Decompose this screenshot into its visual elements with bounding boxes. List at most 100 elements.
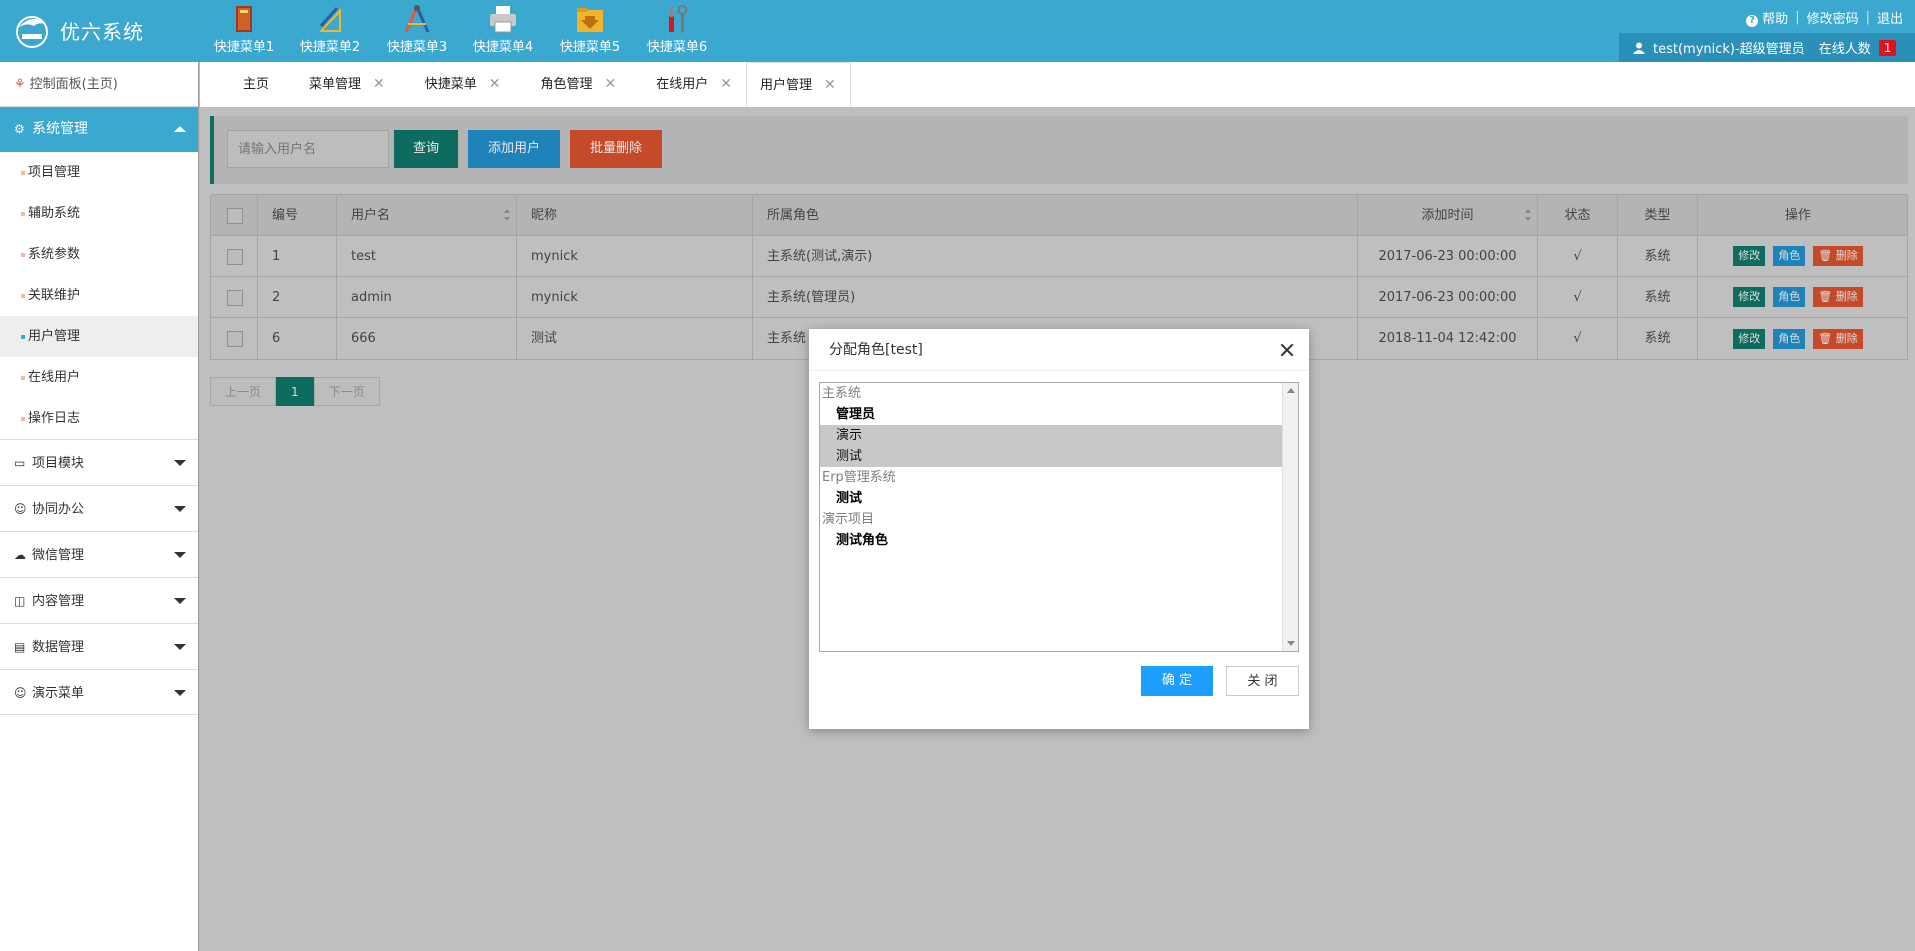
sidebar-item-users[interactable]: 用户管理 bbox=[0, 316, 198, 357]
sidebar-item-logs[interactable]: 操作日志 bbox=[0, 398, 198, 439]
header-cell-sortable[interactable]: 用户名 bbox=[337, 194, 517, 236]
quick-menu-3[interactable]: 快捷菜单3 bbox=[377, 4, 457, 55]
top-links: ? 帮助 | 修改密码 | 退出 bbox=[1746, 8, 1903, 27]
table-cell: 修改 角色 🗑 删除 bbox=[1698, 236, 1898, 277]
divider: | bbox=[1795, 10, 1800, 25]
sort-icon[interactable] bbox=[1525, 208, 1531, 221]
tab-online-users[interactable]: 在线用户 ✕ bbox=[630, 62, 746, 107]
row-checkbox[interactable] bbox=[227, 331, 243, 347]
row-checkbox[interactable] bbox=[227, 248, 243, 265]
tab-role-management[interactable]: 角色管理 ✕ bbox=[515, 62, 631, 107]
quick-menu-4[interactable]: 快捷菜单4 bbox=[463, 4, 543, 55]
close-icon[interactable]: ✕ bbox=[720, 62, 732, 107]
help-link[interactable]: ? 帮助 bbox=[1746, 8, 1788, 27]
role-button[interactable]: 角色 bbox=[1773, 287, 1806, 307]
close-icon[interactable]: ✕ bbox=[824, 63, 836, 108]
header-cell: 操作 bbox=[1784, 207, 1811, 223]
delete-button[interactable]: 🗑 删除 bbox=[1813, 287, 1863, 307]
help-icon: ? bbox=[1746, 15, 1759, 27]
dashboard-icon: ⚘ bbox=[14, 77, 26, 92]
sort-icon[interactable] bbox=[504, 208, 510, 221]
header-cell-sortable[interactable]: 添加时间 bbox=[1358, 194, 1538, 236]
sidebar-item-online-users[interactable]: 在线用户 bbox=[0, 357, 198, 398]
batch-delete-button[interactable]: 批量删除 bbox=[570, 130, 662, 168]
sidebar-item-projects[interactable]: 项目管理 bbox=[0, 152, 198, 193]
quick-menu-5[interactable]: 快捷菜单5 bbox=[550, 4, 630, 55]
tab-menu-management[interactable]: 菜单管理 ✕ bbox=[309, 62, 399, 107]
role-option[interactable]: 测试 bbox=[820, 488, 1282, 509]
bullet-icon bbox=[21, 294, 25, 298]
people-icon: ☺ bbox=[14, 502, 27, 516]
role-option[interactable]: 测试角色 bbox=[820, 530, 1282, 551]
header-cell bbox=[211, 194, 258, 236]
tab-quick-menu[interactable]: 快捷菜单 ✕ bbox=[399, 62, 515, 107]
header-cell: 编号 bbox=[258, 194, 337, 236]
change-password-link[interactable]: 修改密码 bbox=[1807, 8, 1859, 27]
next-page-button[interactable]: 下一页 bbox=[313, 377, 380, 406]
close-icon[interactable] bbox=[1279, 342, 1295, 358]
tab-home[interactable]: 主页 bbox=[203, 62, 309, 107]
tab-user-management[interactable]: 用户管理 ✕ bbox=[746, 62, 851, 107]
search-toolbar: 查询 添加用户 批量删除 bbox=[210, 116, 1908, 184]
scroll-up-icon[interactable] bbox=[1287, 388, 1295, 393]
sidebar-group-system[interactable]: ⚙ 系统管理 bbox=[0, 107, 198, 152]
chevron-down-icon bbox=[174, 644, 186, 650]
row-actions: 修改 角色 🗑 删除 bbox=[1698, 236, 1898, 277]
table-cell: admin bbox=[337, 276, 517, 318]
sidebar-group-data[interactable]: ▤ 数据管理 bbox=[0, 623, 198, 669]
edit-button[interactable]: 修改 bbox=[1733, 287, 1766, 307]
dialog-title: 分配角色[test] bbox=[829, 342, 923, 358]
scroll-down-icon[interactable] bbox=[1287, 641, 1295, 646]
sidebar-item-params[interactable]: 系统参数 bbox=[0, 234, 198, 275]
query-button[interactable]: 查询 bbox=[394, 130, 458, 168]
username-search-input[interactable] bbox=[227, 130, 389, 168]
sidebar: ⚘ 控制面板(主页) ⚙ 系统管理 项目管理 辅助系统 系统参数 关联维护 用户管理… bbox=[0, 62, 199, 951]
role-option-selected[interactable]: 测试 bbox=[820, 446, 1282, 467]
add-user-button[interactable]: 添加用户 bbox=[468, 130, 560, 168]
listbox-scrollbar[interactable] bbox=[1282, 383, 1298, 651]
sidebar-group-wechat[interactable]: ☁ 微信管理 bbox=[0, 531, 198, 577]
close-icon[interactable]: ✕ bbox=[605, 62, 617, 107]
page-number[interactable]: 1 bbox=[276, 377, 314, 406]
online-count-badge[interactable]: 1 bbox=[1878, 39, 1897, 56]
logout-link[interactable]: 退出 bbox=[1877, 8, 1903, 27]
role-option-selected[interactable]: 演示 bbox=[820, 425, 1282, 446]
smile-icon: ☺ bbox=[14, 686, 27, 700]
gear-icon: ⚙ bbox=[14, 122, 25, 136]
select-all-checkbox[interactable] bbox=[227, 207, 243, 224]
prev-page-button[interactable]: 上一页 bbox=[210, 377, 277, 406]
role-option[interactable]: 管理员 bbox=[820, 404, 1282, 425]
sidebar-group-demo[interactable]: ☺ 演示菜单 bbox=[0, 669, 198, 715]
sidebar-item-aux-system[interactable]: 辅助系统 bbox=[0, 193, 198, 234]
delete-button[interactable]: 🗑 删除 bbox=[1813, 246, 1863, 266]
close-icon[interactable]: ✕ bbox=[489, 62, 501, 107]
quick-menu-6[interactable]: 快捷菜单6 bbox=[637, 4, 717, 55]
delete-button[interactable]: 🗑 删除 bbox=[1813, 328, 1863, 349]
bullet-icon bbox=[21, 253, 25, 257]
sidebar-group-project-modules[interactable]: ▭ 项目模块 bbox=[0, 439, 198, 485]
role-button[interactable]: 角色 bbox=[1773, 328, 1806, 349]
chevron-down-icon bbox=[174, 598, 186, 604]
confirm-button[interactable]: 确 定 bbox=[1141, 666, 1213, 696]
quick-menu-1[interactable]: 快捷菜单1 bbox=[204, 4, 284, 55]
role-multiselect[interactable]: 主系统 管理员 演示 测试 Erp管理系统 测试 演示项目 测试角色 bbox=[819, 382, 1299, 652]
edit-button[interactable]: 修改 bbox=[1733, 246, 1766, 266]
close-button[interactable]: 关 闭 bbox=[1226, 666, 1299, 696]
table-cell: 主系统(测试,演示) bbox=[753, 235, 1358, 277]
current-user[interactable]: test(mynick)-超级管理员 bbox=[1653, 38, 1805, 57]
online-label: 在线人数 bbox=[1818, 42, 1871, 57]
role-button[interactable]: 角色 bbox=[1773, 246, 1806, 266]
sidebar-item-dashboard[interactable]: ⚘ 控制面板(主页) bbox=[0, 62, 198, 107]
edit-button[interactable]: 修改 bbox=[1733, 328, 1766, 349]
app-logo[interactable]: 优六系统 bbox=[12, 10, 144, 50]
table-row: 2 admin mynick 主系统(管理员) 2017-06-23 00:00… bbox=[211, 276, 1907, 318]
ruler-pencil-icon bbox=[319, 7, 341, 32]
quick-menu-2[interactable]: 快捷菜单2 bbox=[290, 4, 370, 55]
table-header-row: 编号 用户名 昵称 所属角色 添加时间 状态 类型 操作 bbox=[211, 194, 1907, 236]
row-checkbox[interactable] bbox=[227, 289, 243, 306]
sidebar-group-content[interactable]: ◫ 内容管理 bbox=[0, 577, 198, 623]
close-icon[interactable]: ✕ bbox=[373, 62, 385, 107]
dolphin-logo-icon bbox=[16, 16, 48, 48]
sidebar-item-relations[interactable]: 关联维护 bbox=[0, 275, 198, 316]
sidebar-group-collab[interactable]: ☺ 协同办公 bbox=[0, 485, 198, 531]
